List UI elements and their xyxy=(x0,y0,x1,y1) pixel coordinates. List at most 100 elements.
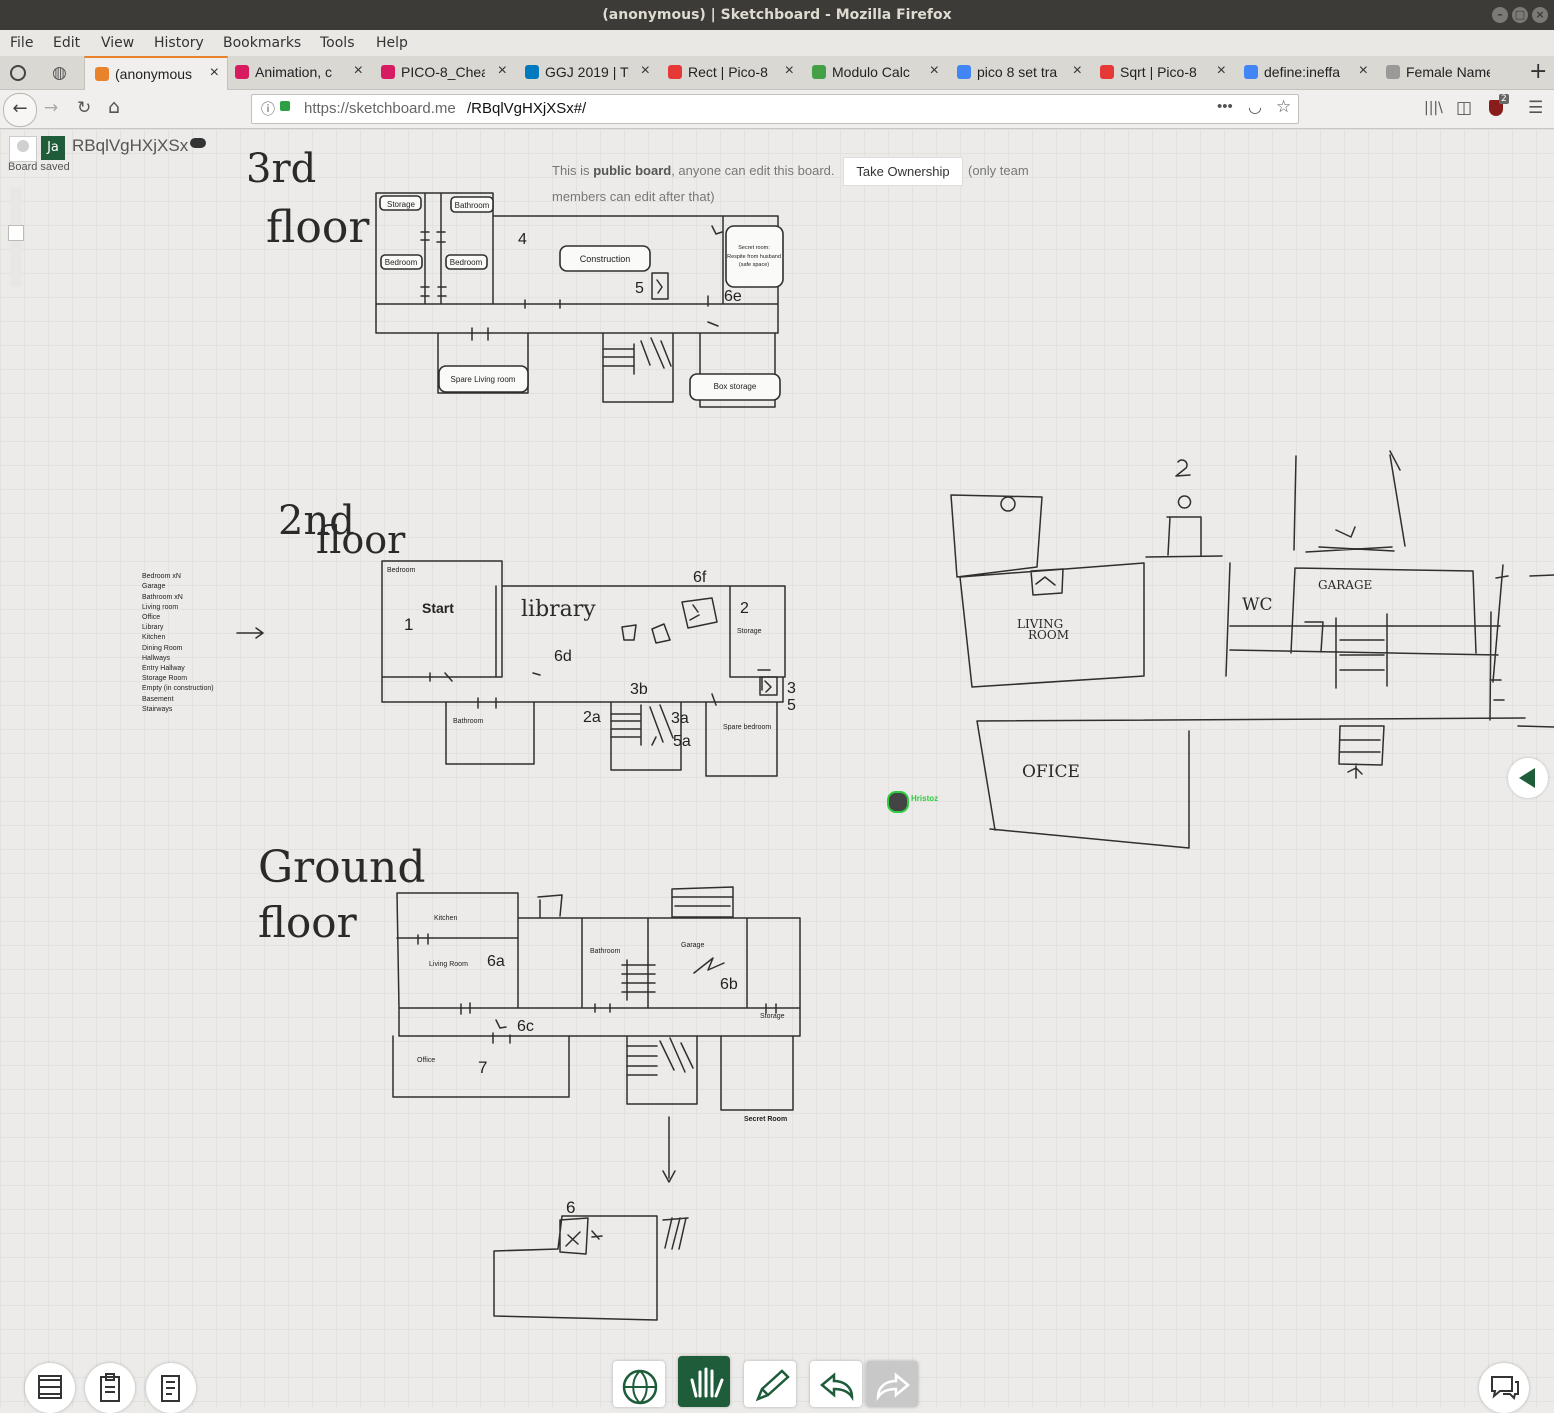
close-button[interactable]: × xyxy=(1532,7,1548,23)
forward-button[interactable]: → xyxy=(44,98,58,118)
number-label: 5 xyxy=(787,697,796,714)
room-box-storage-label: Box storage xyxy=(714,382,757,391)
layers-icon xyxy=(38,1375,62,1399)
pico8-icon xyxy=(381,65,395,79)
sketch-canvas[interactable]: 3rd floor Storage Bathroom Bedroom Bedro… xyxy=(0,129,1554,1407)
tab-close-button[interactable]: × xyxy=(210,64,219,82)
legend-item: Basement xyxy=(142,696,174,703)
url-host: https://sketchboard.me xyxy=(304,100,456,117)
url-bar[interactable]: ⓘ https://sketchboard.me /RBqlVgHXjXSx#/… xyxy=(251,94,1299,124)
second-floor-plan: Bedroom Storage Bathroom Spare bedroom S… xyxy=(236,560,796,777)
menu-file[interactable]: File xyxy=(10,35,33,51)
initials-badge[interactable]: Ja xyxy=(41,136,65,160)
browser-tab[interactable]: Animation, c × xyxy=(225,56,371,89)
info-icon[interactable]: ⓘ xyxy=(261,99,275,119)
pocket-icon[interactable]: ◡ xyxy=(1248,97,1262,117)
page-actions-icon[interactable]: ••• xyxy=(1217,98,1233,115)
panel-toggle-button[interactable] xyxy=(1508,758,1548,798)
undo-button[interactable] xyxy=(810,1361,862,1407)
zoom-slider[interactable] xyxy=(8,187,24,287)
browser-tab[interactable]: Modulo Calc × xyxy=(802,56,947,89)
page-icon xyxy=(1386,65,1400,79)
tab-close-button[interactable]: × xyxy=(1217,62,1226,80)
room-bedroom-label: Bedroom xyxy=(450,258,483,267)
number-label: 5a xyxy=(673,733,691,750)
take-ownership-button[interactable]: Take Ownership xyxy=(843,157,963,186)
tab-close-button[interactable]: × xyxy=(785,62,794,80)
lock-icon[interactable] xyxy=(280,101,290,111)
room-storage-label: Storage xyxy=(760,1013,785,1020)
board-name[interactable]: RBqlVgHXjXSx xyxy=(72,136,188,156)
menu-help[interactable]: Help xyxy=(376,35,408,51)
tab-close-button[interactable]: × xyxy=(641,62,650,80)
third-floor-plan: Storage Bathroom Bedroom Bedroom Constru… xyxy=(375,192,784,408)
bookmark-star-icon[interactable]: ☆ xyxy=(1276,97,1291,117)
legend-item: Empty (in construction) xyxy=(142,685,214,692)
reload-button[interactable]: ↻ xyxy=(77,98,91,118)
browser-tab[interactable]: Female Name G xyxy=(1376,56,1516,89)
room-bedroom-label: Bedroom xyxy=(387,567,416,574)
sidebar-icon[interactable]: ◫ xyxy=(1456,98,1472,118)
tab-close-button[interactable]: × xyxy=(498,62,507,80)
tab-label: Female Name G xyxy=(1406,64,1490,80)
menu-bookmarks[interactable]: Bookmarks xyxy=(223,35,301,51)
secret-room-label-3: (safe space) xyxy=(739,262,769,268)
menu-tools[interactable]: Tools xyxy=(320,35,355,51)
room-spare-bedroom-label: Spare bedroom xyxy=(723,724,771,731)
menu-edit[interactable]: Edit xyxy=(53,35,80,51)
zoom-slider-handle[interactable] xyxy=(8,225,24,241)
room-spare-living-label: Spare Living room xyxy=(451,375,516,384)
new-tab-button[interactable]: + xyxy=(1529,59,1547,84)
menu-history[interactable]: History xyxy=(154,35,204,51)
wc-label: WC xyxy=(1242,595,1272,615)
library-icon[interactable]: |||\ xyxy=(1424,100,1443,116)
clipboard-button[interactable] xyxy=(85,1363,135,1413)
globe-icon[interactable]: ◍ xyxy=(52,63,67,83)
home-button[interactable]: ⌂ xyxy=(108,96,120,118)
globe-tool-button[interactable] xyxy=(613,1361,665,1407)
ublock-count-badge: 2 xyxy=(1499,94,1509,104)
library-label: library xyxy=(521,597,596,622)
hand-icon xyxy=(690,1367,724,1398)
tab-label: Animation, c xyxy=(255,64,333,80)
tab-label: (anonymous xyxy=(115,66,193,82)
layers-button[interactable] xyxy=(25,1363,75,1413)
notice-suffix-line2: members can edit after that) xyxy=(552,189,715,204)
app-menu-button[interactable]: ☰ xyxy=(1528,98,1543,118)
browser-tab[interactable]: Rect | Pico-8 × xyxy=(658,56,802,89)
maximize-button[interactable]: □ xyxy=(1512,7,1528,23)
ground-floor-title-line1: Ground xyxy=(258,842,426,893)
browser-tab[interactable]: PICO-8_Chea × xyxy=(371,56,515,89)
tab-close-button[interactable]: × xyxy=(930,62,939,80)
back-button[interactable]: ← xyxy=(3,93,37,127)
browser-tab[interactable]: pico 8 set tra × xyxy=(947,56,1090,89)
browser-tab[interactable]: GGJ 2019 | Tr × xyxy=(515,56,658,89)
secret-room-label-1: Secret room: xyxy=(738,245,770,251)
pencil-tool-button[interactable] xyxy=(744,1361,796,1407)
tab-close-button[interactable]: × xyxy=(1073,62,1082,80)
legend-item: Dining Room xyxy=(142,645,183,652)
browser-tab[interactable]: (anonymous × xyxy=(84,56,228,91)
number-label: 2a xyxy=(583,709,601,726)
minimize-button[interactable]: – xyxy=(1492,7,1508,23)
browser-tab[interactable]: Sqrt | Pico-8 × xyxy=(1090,56,1234,89)
room-secret-room-label: Secret Room xyxy=(744,1116,787,1123)
room-storage-label: Storage xyxy=(387,200,416,209)
menu-view[interactable]: View xyxy=(101,35,134,51)
tab-label: pico 8 set tra xyxy=(977,64,1058,80)
notes-button[interactable] xyxy=(146,1363,196,1413)
ground-floor-plan: Kitchen Living Room Bathroom Garage Stor… xyxy=(392,886,801,1183)
globe-icon xyxy=(622,1369,658,1405)
firefox-view-icon[interactable] xyxy=(10,65,26,81)
hand-tool-button[interactable] xyxy=(678,1356,730,1407)
tab-close-button[interactable]: × xyxy=(1359,62,1368,80)
browser-tab[interactable]: define:ineffa × xyxy=(1234,56,1376,89)
redo-button[interactable] xyxy=(866,1361,918,1407)
tab-label: define:ineffa xyxy=(1264,64,1341,80)
chat-button[interactable] xyxy=(1479,1363,1529,1413)
user-avatar[interactable] xyxy=(9,136,37,162)
garage-label: GARAGE xyxy=(1318,578,1372,592)
room-garage-label: Garage xyxy=(681,942,704,949)
sketchboard-icon xyxy=(95,67,109,81)
tab-close-button[interactable]: × xyxy=(354,62,363,80)
